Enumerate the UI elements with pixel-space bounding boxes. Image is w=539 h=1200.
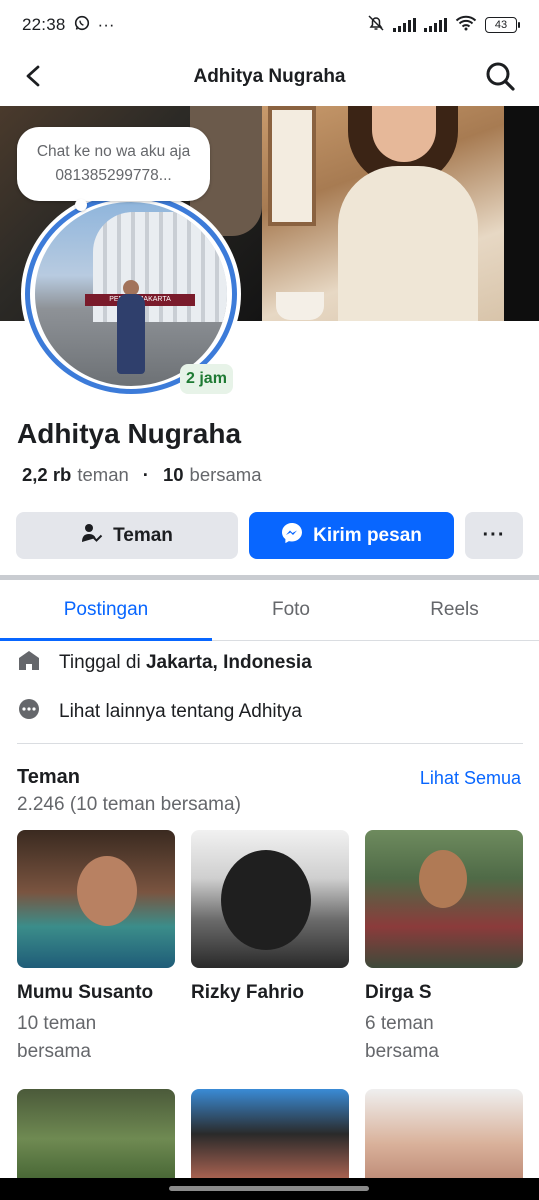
tab-reels[interactable]: Reels	[370, 581, 539, 641]
lives-in-row[interactable]: Tinggal di Jakarta, Indonesia	[17, 648, 312, 678]
more-options-button[interactable]: ···	[465, 512, 523, 559]
friends-label: teman	[77, 464, 129, 485]
cover-cup-shape	[276, 292, 324, 320]
friends-section-title: Teman	[17, 766, 80, 788]
battery-icon: 43	[485, 17, 520, 33]
friend-card[interactable]: Dirga S 6 teman bersama	[365, 830, 523, 1066]
stats-separator: ·	[142, 464, 149, 485]
messenger-icon	[281, 522, 303, 550]
friends-button[interactable]: Teman	[16, 512, 238, 559]
more-notifications-icon: ···	[97, 15, 115, 34]
friends-section-subtitle: 2.246 (10 teman bersama)	[17, 794, 241, 815]
search-icon[interactable]	[483, 59, 517, 93]
system-navigation-bar	[0, 1178, 539, 1200]
mutual-count: 10	[162, 464, 184, 485]
cover-sweater-shape	[338, 166, 478, 321]
see-more-about-row[interactable]: Lihat lainnya tentang Adhitya	[17, 697, 302, 727]
signal-icon	[393, 18, 416, 32]
friend-check-icon	[81, 523, 103, 549]
back-arrow-icon[interactable]	[18, 60, 50, 92]
lives-in-prefix: Tinggal di	[59, 652, 141, 673]
mute-bell-icon	[367, 14, 385, 37]
friends-button-label: Teman	[113, 524, 173, 546]
lives-in-text: Tinggal di Jakarta, Indonesia	[59, 652, 312, 674]
friends-count: 2,2 rb	[22, 464, 72, 485]
home-icon	[17, 649, 41, 677]
lives-in-city: Jakarta, Indonesia	[145, 652, 312, 673]
bubble-tail-dot	[75, 199, 87, 211]
note-age-badge: 2 jam	[180, 364, 233, 394]
friend-photo[interactable]	[17, 1089, 175, 1189]
friend-face-shape	[419, 850, 467, 908]
tab-posts[interactable]: Postingan	[0, 581, 212, 641]
tab-photos[interactable]: Foto	[212, 581, 370, 641]
friend-face-shape	[77, 856, 137, 926]
profile-tabs: Postingan Foto Reels	[0, 581, 539, 641]
send-message-button[interactable]: Kirim pesan	[249, 512, 454, 559]
profile-stats[interactable]: 2,2 rb teman · 10 bersama	[22, 464, 262, 486]
avatar-photo: PERSIJA JAKARTA	[35, 202, 227, 386]
section-divider	[0, 575, 539, 580]
friend-photo[interactable]	[365, 1089, 523, 1189]
top-navigation: Adhitya Nugraha	[0, 50, 539, 104]
more-dots-icon: ···	[482, 524, 506, 546]
friend-name[interactable]: Mumu Susanto	[17, 982, 175, 1004]
friend-photo[interactable]	[17, 830, 175, 968]
friend-card[interactable]: Rizky Fahrio	[191, 830, 349, 1010]
profile-note-text: Chat ke no wa aku aja 081385299778...	[36, 143, 191, 184]
about-divider	[17, 743, 523, 744]
home-gesture-pill[interactable]	[169, 1186, 369, 1191]
friend-photo[interactable]	[191, 1089, 349, 1189]
profile-name: Adhitya Nugraha	[17, 418, 242, 449]
status-time: 22:38	[22, 15, 66, 34]
friend-mutual: 10 teman bersama	[17, 1013, 97, 1062]
profile-note-bubble[interactable]: Chat ke no wa aku aja 081385299778...	[17, 127, 210, 211]
cover-window-shape	[268, 106, 316, 226]
more-info-icon	[17, 697, 41, 727]
send-message-label: Kirim pesan	[313, 524, 422, 546]
wifi-icon	[455, 15, 477, 36]
see-more-about-text: Lihat lainnya tentang Adhitya	[59, 701, 302, 722]
avatar-person-shape	[117, 294, 145, 374]
status-bar: 22:38 ··· 43	[0, 0, 539, 50]
whatsapp-icon	[74, 15, 90, 36]
friend-name[interactable]: Rizky Fahrio	[191, 982, 349, 1004]
mutual-label: bersama	[189, 464, 262, 485]
friend-face-shape	[221, 850, 311, 950]
friend-name[interactable]: Dirga S	[365, 982, 523, 1004]
page-title: Adhitya Nugraha	[193, 66, 346, 87]
friend-card[interactable]: Mumu Susanto 10 teman bersama	[17, 830, 175, 1066]
see-all-friends-link[interactable]: Lihat Semua	[420, 768, 521, 789]
cover-photo-right	[504, 106, 539, 321]
friend-mutual: 6 teman bersama	[365, 1013, 439, 1062]
friend-photo[interactable]	[365, 830, 523, 968]
signal-icon-2	[424, 18, 447, 32]
friend-photo[interactable]	[191, 830, 349, 968]
